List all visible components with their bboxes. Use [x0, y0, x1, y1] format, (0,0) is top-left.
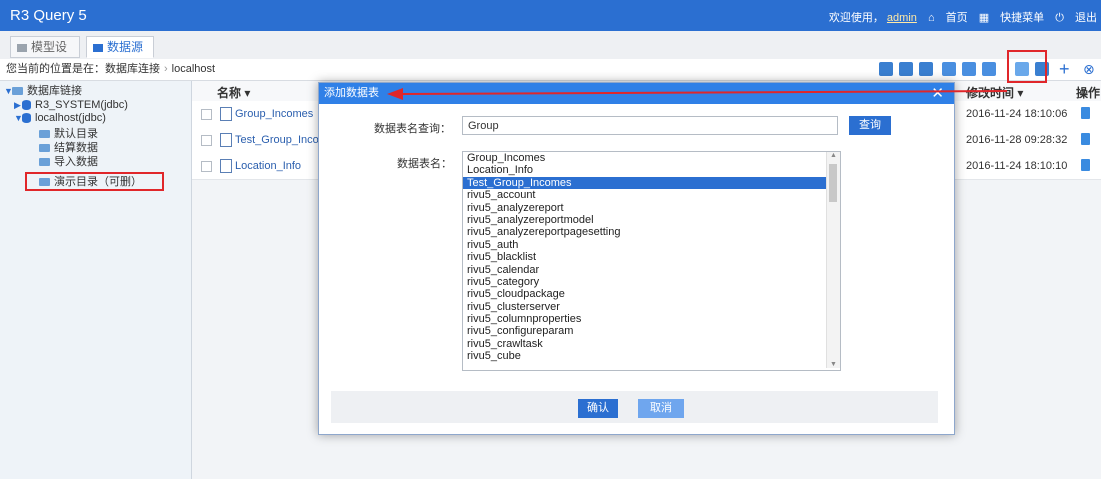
tree-label: R3_SYSTEM(jdbc) — [35, 99, 128, 111]
plus-icon[interactable]: + — [1059, 60, 1073, 78]
tab-label: 数据源 — [107, 40, 144, 54]
tab-model-design[interactable]: 模型设计 — [10, 36, 80, 74]
trash-icon[interactable] — [1081, 107, 1090, 119]
row-name[interactable]: Test_Group_Incom — [235, 134, 328, 146]
list-option[interactable]: rivu5_configureparam — [463, 325, 840, 337]
list-option[interactable]: rivu5_analyzereportmodel — [463, 214, 840, 226]
trash-icon[interactable] — [1081, 159, 1090, 171]
add-database-icon[interactable] — [879, 62, 893, 76]
table-icon — [220, 133, 232, 147]
list-option[interactable]: rivu5_columnproperties — [463, 313, 840, 325]
list-option[interactable]: rivu5_cloudpackage — [463, 288, 840, 300]
folder-icon — [39, 130, 50, 139]
folder-icon — [93, 43, 103, 52]
tree-item-r3-system[interactable]: ▶ R3_SYSTEM(jdbc) — [14, 98, 128, 112]
logout-link[interactable]: ⏻ 退出 — [1055, 12, 1097, 24]
list-option[interactable]: Test_Group_Incomes — [463, 176, 840, 190]
sidebar-tree: ▼ 数据库链接 ▶ R3_SYSTEM(jdbc) ▼ localhost(jdbc)… — [0, 81, 192, 479]
tree-item-settlement-data[interactable]: 结算数据 — [39, 141, 98, 155]
home-link[interactable]: ⌂ 首页 — [928, 12, 968, 24]
top-bar: R3 Query 5 欢迎使用， admin ⌂ 首页 ▦ 快捷菜单 ⏻ 退出 — [0, 0, 1101, 31]
tree-label: localhost(jdbc) — [35, 112, 106, 124]
shortcut-label: 快捷菜单 — [1000, 12, 1045, 24]
row-time: 2016-11-28 09:28:32 — [966, 134, 1068, 146]
table-name-list[interactable]: Group_Incomes Location_Info Test_Group_Inc… — [462, 151, 841, 371]
row-checkbox[interactable] — [201, 161, 212, 172]
col-ops-header: 操作 — [1076, 86, 1101, 100]
shortcut-menu-link[interactable]: ▦ 快捷菜单 — [979, 12, 1044, 24]
user-link[interactable]: admin — [887, 12, 917, 24]
app-title: R3 Query 5 — [10, 7, 87, 24]
tree-item-default-dir[interactable]: 默认目录 — [39, 127, 98, 141]
row-checkbox[interactable] — [201, 109, 212, 120]
close-circle-icon[interactable]: ⊗ — [1083, 62, 1097, 76]
list-option[interactable]: rivu5_auth — [463, 239, 840, 251]
list-option[interactable]: rivu5_blacklist — [463, 251, 840, 263]
new-folder-icon[interactable] — [942, 62, 956, 76]
list-option[interactable]: Group_Incomes — [463, 152, 840, 164]
list-option[interactable]: rivu5_crawltask — [463, 338, 840, 350]
tree-label: 结算数据 — [54, 142, 98, 154]
cancel-button[interactable]: 取消 — [638, 399, 684, 418]
database-icon — [22, 100, 31, 111]
list-option[interactable]: rivu5_analyzereport — [463, 202, 840, 214]
tree-label: 导入数据 — [54, 156, 98, 168]
annotation-arrow — [387, 88, 1007, 100]
edit-folder-icon[interactable] — [962, 62, 976, 76]
col-name-header[interactable]: 名称 ▾ — [217, 84, 250, 101]
query-label: 数据表名查询： — [374, 123, 451, 135]
query-button[interactable]: 查询 — [849, 116, 891, 135]
list-scrollbar[interactable]: ▲ ▼ — [826, 152, 840, 368]
trash-icon[interactable] — [1081, 133, 1090, 145]
row-time: 2016-11-24 18:10:06 — [966, 108, 1068, 120]
home-label: 首页 — [945, 12, 968, 24]
delete-folder-icon[interactable] — [982, 62, 996, 76]
list-option[interactable]: Location_Info — [463, 164, 840, 176]
folder-icon — [12, 87, 23, 96]
database-icon — [22, 113, 31, 124]
list-option[interactable]: rivu5_calendar — [463, 264, 840, 276]
folder-icon — [17, 43, 27, 52]
tree-label: 默认目录 — [54, 128, 98, 140]
folder-icon — [39, 144, 50, 153]
row-name[interactable]: Group_Incomes — [235, 108, 313, 120]
scroll-thumb[interactable] — [829, 164, 837, 202]
delete-database-icon[interactable] — [919, 62, 933, 76]
table-list-label: 数据表名： — [397, 158, 452, 170]
dialog-footer: 确认 取消 — [331, 391, 938, 423]
logout-label: 退出 — [1075, 12, 1097, 24]
list-option[interactable]: rivu5_cube — [463, 350, 840, 362]
list-option[interactable]: rivu5_analyzereportpagesetting — [463, 226, 840, 238]
list-option[interactable]: rivu5_category — [463, 276, 840, 288]
row-time: 2016-11-24 18:10:10 — [966, 160, 1068, 172]
welcome-text: 欢迎使用， — [828, 12, 884, 24]
tab-bar: 模型设计 数据源 — [0, 31, 1101, 74]
list-option[interactable]: rivu5_account — [463, 189, 840, 201]
table-search-input[interactable] — [462, 116, 838, 135]
annotation-box-add-table — [1007, 50, 1047, 83]
folder-icon — [39, 158, 50, 167]
tree-item-localhost[interactable]: ▼ localhost(jdbc) — [14, 111, 106, 125]
annotation-box-demo-dir — [25, 172, 164, 191]
tree-root[interactable]: ▼ 数据库链接 — [4, 84, 82, 98]
top-right-menu: 欢迎使用， admin ⌂ 首页 ▦ 快捷菜单 ⏻ 退出 — [821, 9, 1097, 25]
list-option[interactable]: rivu5_clusterserver — [463, 301, 840, 313]
breadcrumb-current[interactable]: localhost — [172, 63, 215, 75]
edit-database-icon[interactable] — [899, 62, 913, 76]
dialog-title: 添加数据表 — [324, 87, 379, 99]
breadcrumb: 您当前的位置是在：数据库连接 › localhost — [0, 59, 1101, 81]
table-icon — [220, 159, 232, 173]
tab-data-source[interactable]: 数据源 — [86, 36, 154, 58]
row-checkbox[interactable] — [201, 135, 212, 146]
tree-root-label: 数据库链接 — [27, 85, 82, 97]
tree-item-import-data[interactable]: 导入数据 — [39, 155, 98, 169]
breadcrumb-prefix: 您当前的位置是在：数据库连接 — [6, 63, 160, 75]
row-name[interactable]: Location_Info — [235, 160, 301, 172]
table-icon — [220, 107, 232, 121]
add-table-dialog: 添加数据表 ✕ 数据表名查询： 查询 数据表名： Group_IncomesLo… — [318, 82, 955, 435]
confirm-button[interactable]: 确认 — [578, 399, 618, 418]
